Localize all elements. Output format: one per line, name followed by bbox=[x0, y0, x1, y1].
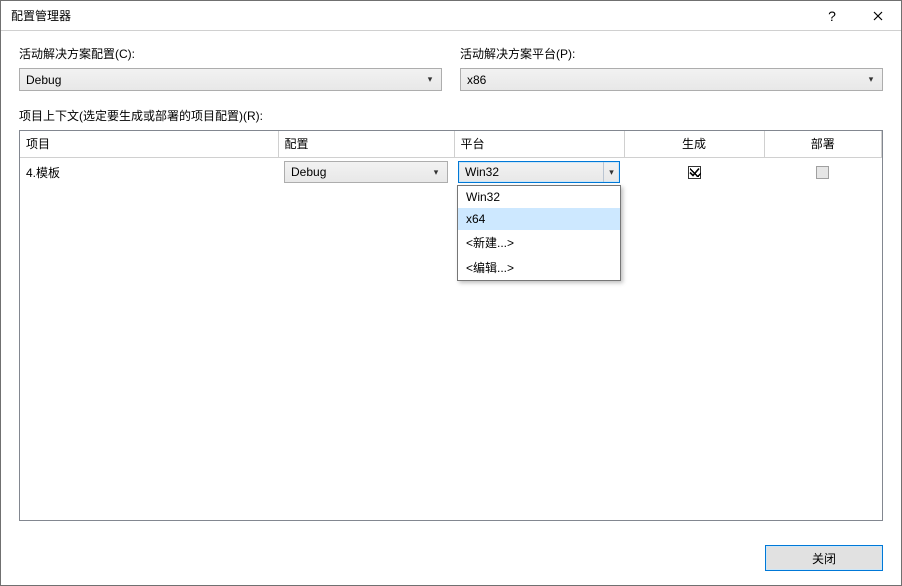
col-project-header[interactable]: 项目 bbox=[20, 131, 278, 157]
config-manager-dialog: 配置管理器 ? 活动解决方案配置(C): Debug ▾ 活动解决方案平台(P)… bbox=[0, 0, 902, 586]
col-build-header[interactable]: 生成 bbox=[624, 131, 764, 157]
solution-settings-row: 活动解决方案配置(C): Debug ▾ 活动解决方案平台(P): x86 ▾ bbox=[19, 45, 883, 91]
platform-option[interactable]: <新建...> bbox=[458, 230, 620, 255]
platform-option[interactable]: Win32 bbox=[458, 186, 620, 208]
chevron-down-icon: ▾ bbox=[864, 69, 878, 90]
row-platform-combo[interactable]: Win32 ▾ bbox=[458, 161, 620, 183]
build-checkbox[interactable] bbox=[688, 166, 701, 179]
row-config-value: Debug bbox=[291, 165, 326, 179]
platform-cell: Win32 ▾ Win32 x64 <新建...> <编辑...> bbox=[454, 157, 624, 187]
build-cell bbox=[624, 157, 764, 187]
config-cell: Debug ▾ bbox=[278, 157, 454, 187]
active-config-value: Debug bbox=[26, 73, 61, 87]
platform-option[interactable]: <编辑...> bbox=[458, 255, 620, 280]
active-platform-label: 活动解决方案平台(P): bbox=[460, 45, 883, 62]
chevron-down-icon: ▾ bbox=[603, 162, 619, 182]
dialog-body: 活动解决方案配置(C): Debug ▾ 活动解决方案平台(P): x86 ▾ … bbox=[1, 31, 901, 535]
row-platform-value: Win32 bbox=[465, 165, 499, 179]
titlebar: 配置管理器 ? bbox=[1, 1, 901, 31]
project-context-table: 项目 配置 平台 生成 部署 4.模板 Debug ▾ bbox=[19, 130, 883, 521]
dialog-footer: 关闭 bbox=[1, 535, 901, 585]
active-config-label: 活动解决方案配置(C): bbox=[19, 45, 442, 62]
table-row: 4.模板 Debug ▾ Win32 ▾ bbox=[20, 157, 882, 187]
close-icon[interactable] bbox=[855, 1, 901, 31]
active-platform-value: x86 bbox=[467, 73, 486, 87]
chevron-down-icon: ▾ bbox=[429, 162, 443, 182]
col-platform-header[interactable]: 平台 bbox=[454, 131, 624, 157]
col-config-header[interactable]: 配置 bbox=[278, 131, 454, 157]
col-deploy-header[interactable]: 部署 bbox=[764, 131, 882, 157]
chevron-down-icon: ▾ bbox=[423, 69, 437, 90]
project-context-label: 项目上下文(选定要生成或部署的项目配置)(R): bbox=[19, 107, 883, 124]
project-cell: 4.模板 bbox=[20, 157, 278, 187]
active-config-combo[interactable]: Debug ▾ bbox=[19, 68, 442, 91]
help-button[interactable]: ? bbox=[809, 1, 855, 31]
close-button[interactable]: 关闭 bbox=[765, 545, 883, 571]
deploy-checkbox bbox=[816, 166, 829, 179]
platform-dropdown: Win32 x64 <新建...> <编辑...> bbox=[457, 185, 621, 281]
platform-option[interactable]: x64 bbox=[458, 208, 620, 230]
dialog-title: 配置管理器 bbox=[11, 7, 809, 24]
row-config-combo[interactable]: Debug ▾ bbox=[284, 161, 448, 183]
active-platform-combo[interactable]: x86 ▾ bbox=[460, 68, 883, 91]
deploy-cell bbox=[764, 157, 882, 187]
